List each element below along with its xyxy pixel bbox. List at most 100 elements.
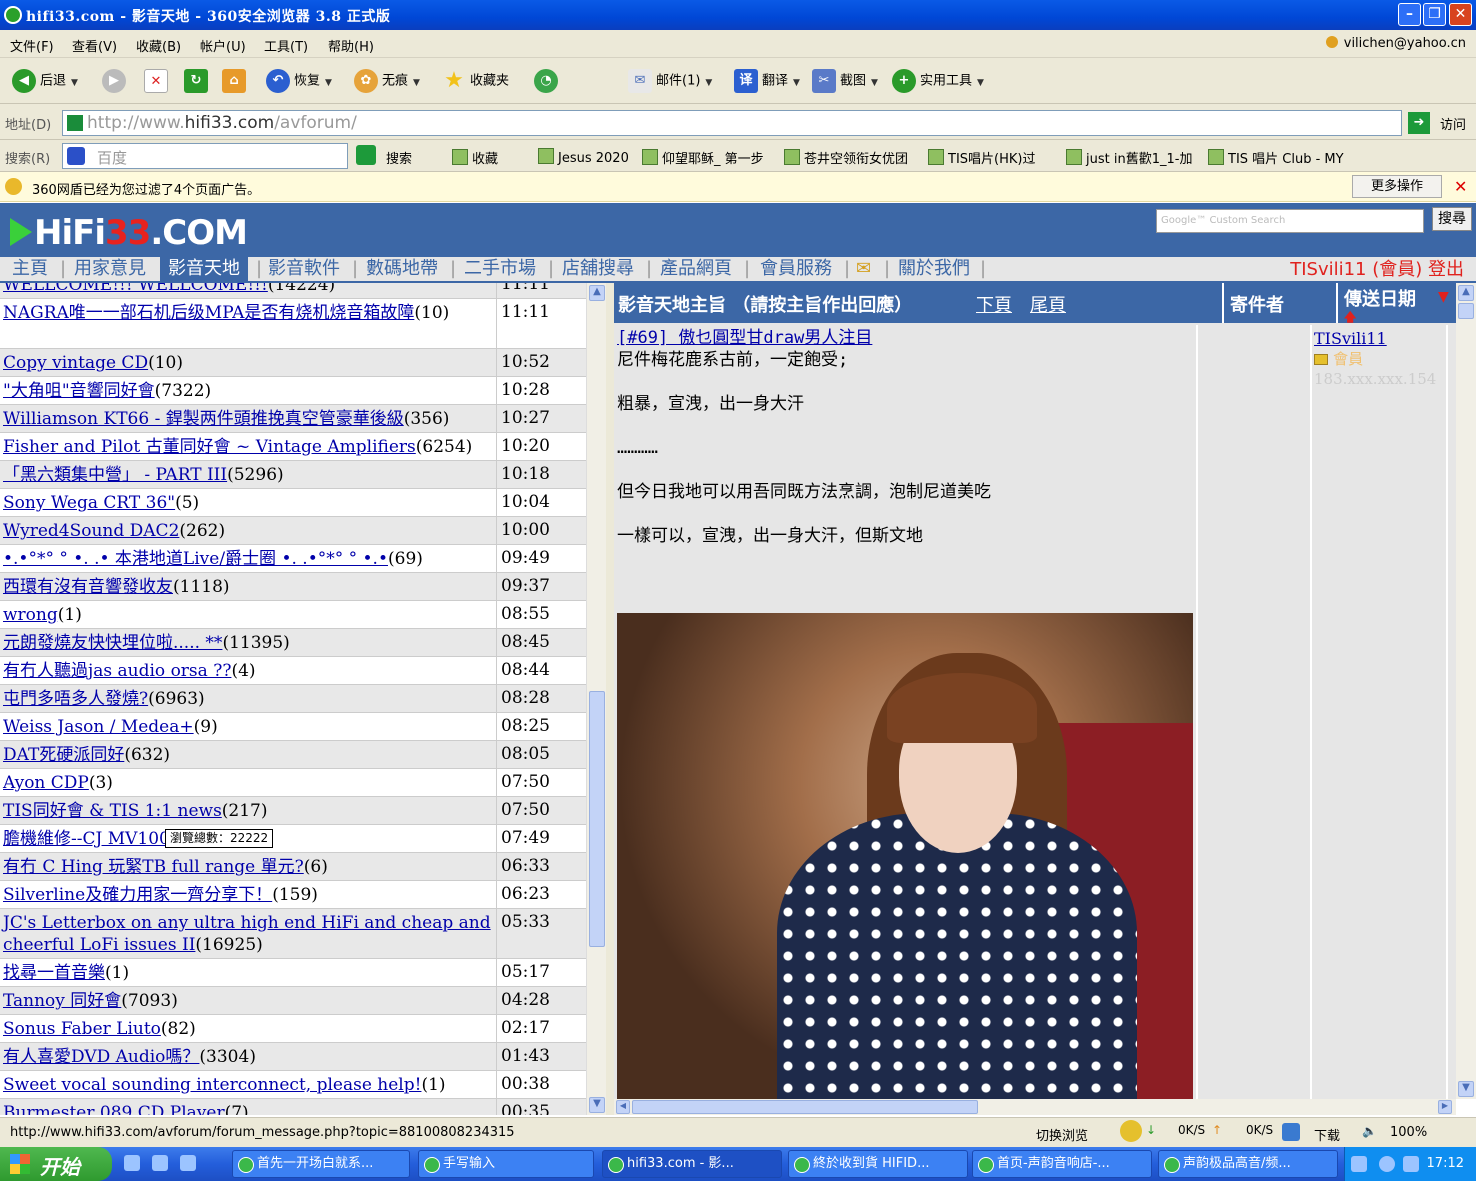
favbar-item[interactable]: TIS唱片(HK)过 — [928, 148, 1035, 167]
site-logo[interactable]: HiFi33.COM — [10, 213, 248, 253]
thread-link[interactable]: Fisher and Pilot 古董同好會 ~ Vintage Amplifi… — [3, 437, 416, 457]
logged-in-user[interactable]: TISvili11 (會員) 登出 — [1290, 257, 1464, 283]
thread-link[interactable]: 「黑六類集中營」 - PART III — [3, 465, 227, 485]
sort-down-icon[interactable]: ▼ — [1438, 289, 1449, 305]
ie-icon[interactable] — [1282, 1123, 1300, 1141]
google-search-button[interactable]: 搜尋 — [1432, 207, 1472, 231]
scroll-thumb[interactable] — [632, 1100, 978, 1114]
chevron-down-icon[interactable]: ▼ — [413, 78, 420, 88]
mail-icon[interactable]: ✉ — [856, 257, 871, 283]
favbar-item[interactable]: 苍井空领衔女优团 — [784, 148, 908, 167]
start-button[interactable]: 开始 — [0, 1147, 112, 1181]
thread-link[interactable]: Sonus Faber Liuto — [3, 1019, 161, 1039]
menu-favorites[interactable]: 收藏(B) — [136, 36, 181, 55]
thread-link[interactable]: 屯門多唔多人發燒? — [3, 689, 148, 709]
scroll-thumb[interactable] — [589, 691, 605, 947]
restore-button[interactable]: ↶ 恢复 ▼ — [266, 69, 332, 93]
account-user[interactable]: vilichen@yahoo.cn — [1326, 36, 1466, 51]
thread-link[interactable]: TIS同好會 & TIS 1:1 news — [3, 801, 222, 821]
stop-button[interactable]: ✕ — [144, 69, 172, 93]
thread-link[interactable]: 元朗發燒友快快埋位啦..... ** — [3, 633, 222, 653]
post-hscrollbar[interactable]: ◀ ▶ — [614, 1099, 1456, 1115]
mail-button[interactable]: ✉ 邮件(1) ▼ — [628, 69, 712, 93]
next-page-link[interactable]: 下頁 — [976, 291, 1012, 317]
thread-link[interactable]: 有冇人聽過jas audio orsa ?? — [3, 661, 231, 681]
forward-button[interactable]: ▶ — [102, 69, 130, 93]
search-button[interactable]: 搜索 — [386, 148, 412, 167]
google-search-input[interactable]: Google™ Custom Search — [1156, 209, 1424, 233]
keyboard-icon[interactable] — [1351, 1156, 1367, 1172]
nav-shop-search[interactable]: 店舖搜尋 — [562, 257, 634, 283]
thread-link[interactable]: wrong — [3, 605, 58, 625]
favbar-item[interactable]: Jesus 2020 — [538, 148, 629, 166]
chevron-down-icon[interactable]: ▼ — [71, 78, 78, 88]
pane-divider[interactable] — [606, 283, 614, 1115]
thread-link[interactable]: 找尋一首音樂 — [3, 963, 105, 983]
chevron-down-icon[interactable]: ▼ — [325, 78, 332, 88]
nav-software[interactable]: 影音軟件 — [268, 257, 340, 283]
nav-member-service[interactable]: 會員服務 — [760, 257, 832, 283]
chevron-down-icon[interactable]: ▼ — [977, 78, 984, 88]
menu-account[interactable]: 帐户(U) — [200, 36, 246, 55]
thread-link[interactable]: WELLCOME!!! WELLCOME!!! — [3, 283, 268, 295]
scroll-up-icon[interactable]: ▲ — [1458, 285, 1474, 301]
quicklaunch-icon[interactable] — [152, 1155, 168, 1171]
screenshot-button[interactable]: ✂ 截图 ▼ — [812, 69, 878, 93]
switch-browser-button[interactable]: 切换浏览 — [1036, 1125, 1088, 1144]
address-input[interactable]: http://www.hifi33.com/avforum/ — [62, 110, 1402, 136]
scroll-right-icon[interactable]: ▶ — [1438, 1100, 1452, 1114]
home-button[interactable]: ⌂ — [222, 69, 250, 93]
taskbar-item[interactable]: 声韵极品高音/频... — [1158, 1150, 1338, 1178]
thread-link[interactable]: 西環有沒有音響發收友 — [3, 577, 173, 597]
thread-link[interactable]: 有人喜愛DVD Audio嗎？ — [3, 1047, 199, 1067]
zoom-level[interactable]: 100% — [1390, 1125, 1427, 1140]
nav-products[interactable]: 產品網頁 — [660, 257, 732, 283]
thread-link[interactable]: Weiss Jason / Medea+ — [3, 717, 194, 737]
nav-secondhand[interactable]: 二手市場 — [464, 257, 536, 283]
favbar-item[interactable]: 收藏 — [452, 148, 498, 167]
network-icon[interactable] — [1379, 1156, 1395, 1172]
search-icon[interactable] — [356, 145, 376, 165]
quicklaunch-icon[interactable] — [124, 1155, 140, 1171]
nav-about-us[interactable]: 關於我們 — [898, 257, 970, 283]
thread-link[interactable]: DAT死硬派同好 — [3, 745, 124, 765]
favorites-button[interactable]: ★ 收藏夹 — [442, 69, 509, 93]
speed-meter-icon[interactable] — [1120, 1120, 1142, 1142]
thread-link[interactable]: Copy vintage CD — [3, 353, 148, 373]
poster-name[interactable]: TISvili11 — [1314, 329, 1387, 348]
taskbar-item[interactable]: 手写输入 — [418, 1150, 594, 1178]
scroll-up-icon[interactable]: ▲ — [589, 285, 605, 301]
menu-tools[interactable]: 工具(T) — [264, 36, 308, 55]
thread-link[interactable]: Ayon CDP — [3, 773, 89, 793]
favbar-item[interactable]: 仰望耶稣_ 第一步 — [642, 148, 764, 167]
back-button[interactable]: ◀ 后退 ▼ — [12, 69, 78, 93]
minimize-button[interactable]: – — [1398, 3, 1421, 26]
thread-link[interactable]: NAGRA唯一一部石机后级MPA是否有烧机烧音箱故障 — [3, 303, 414, 323]
quicklaunch-icon[interactable] — [180, 1155, 196, 1171]
favbar-item[interactable]: just in舊歡1_1-加 — [1066, 148, 1192, 167]
thread-link[interactable]: •.•°*° ° •. .• 本港地道Live/爵士圈 •. .•°*° ° •… — [3, 549, 388, 569]
last-page-link[interactable]: 尾頁 — [1030, 291, 1066, 317]
close-button[interactable]: ✕ — [1449, 3, 1472, 26]
download-button[interactable]: 下载 — [1314, 1125, 1340, 1144]
monitor-icon[interactable] — [1403, 1156, 1419, 1172]
chevron-down-icon[interactable]: ▼ — [705, 78, 712, 88]
translate-button[interactable]: 译翻译 ▼ — [734, 69, 800, 93]
speed-button[interactable]: ◔ — [534, 69, 562, 93]
tools-button[interactable]: + 实用工具 ▼ — [892, 69, 984, 93]
more-actions-button[interactable]: 更多操作 — [1352, 175, 1442, 198]
post-scrollbar[interactable]: ▲ ▼ — [1456, 283, 1476, 1099]
menu-file[interactable]: 文件(F) — [10, 36, 54, 55]
menu-help[interactable]: 帮助(H) — [328, 36, 374, 55]
post-title[interactable]: [#69] 傲乜圓型甘draw男人注目 — [617, 328, 872, 348]
chevron-down-icon[interactable]: ▼ — [871, 78, 878, 88]
scroll-down-icon[interactable]: ▼ — [589, 1097, 605, 1113]
thread-link[interactable]: Sweet vocal sounding interconnect, pleas… — [3, 1075, 421, 1095]
taskbar-item[interactable]: hifi33.com - 影... — [602, 1150, 782, 1178]
close-icon[interactable]: ✕ — [1454, 177, 1467, 196]
speaker-icon[interactable]: 🔈 — [1362, 1124, 1377, 1138]
scroll-thumb[interactable] — [1458, 303, 1474, 319]
thread-link[interactable]: Wyred4Sound DAC2 — [3, 521, 179, 541]
thread-link[interactable]: 有冇 C Hing 玩緊TB full range 單元? — [3, 857, 304, 877]
go-button[interactable]: 访问 — [1440, 114, 1466, 133]
